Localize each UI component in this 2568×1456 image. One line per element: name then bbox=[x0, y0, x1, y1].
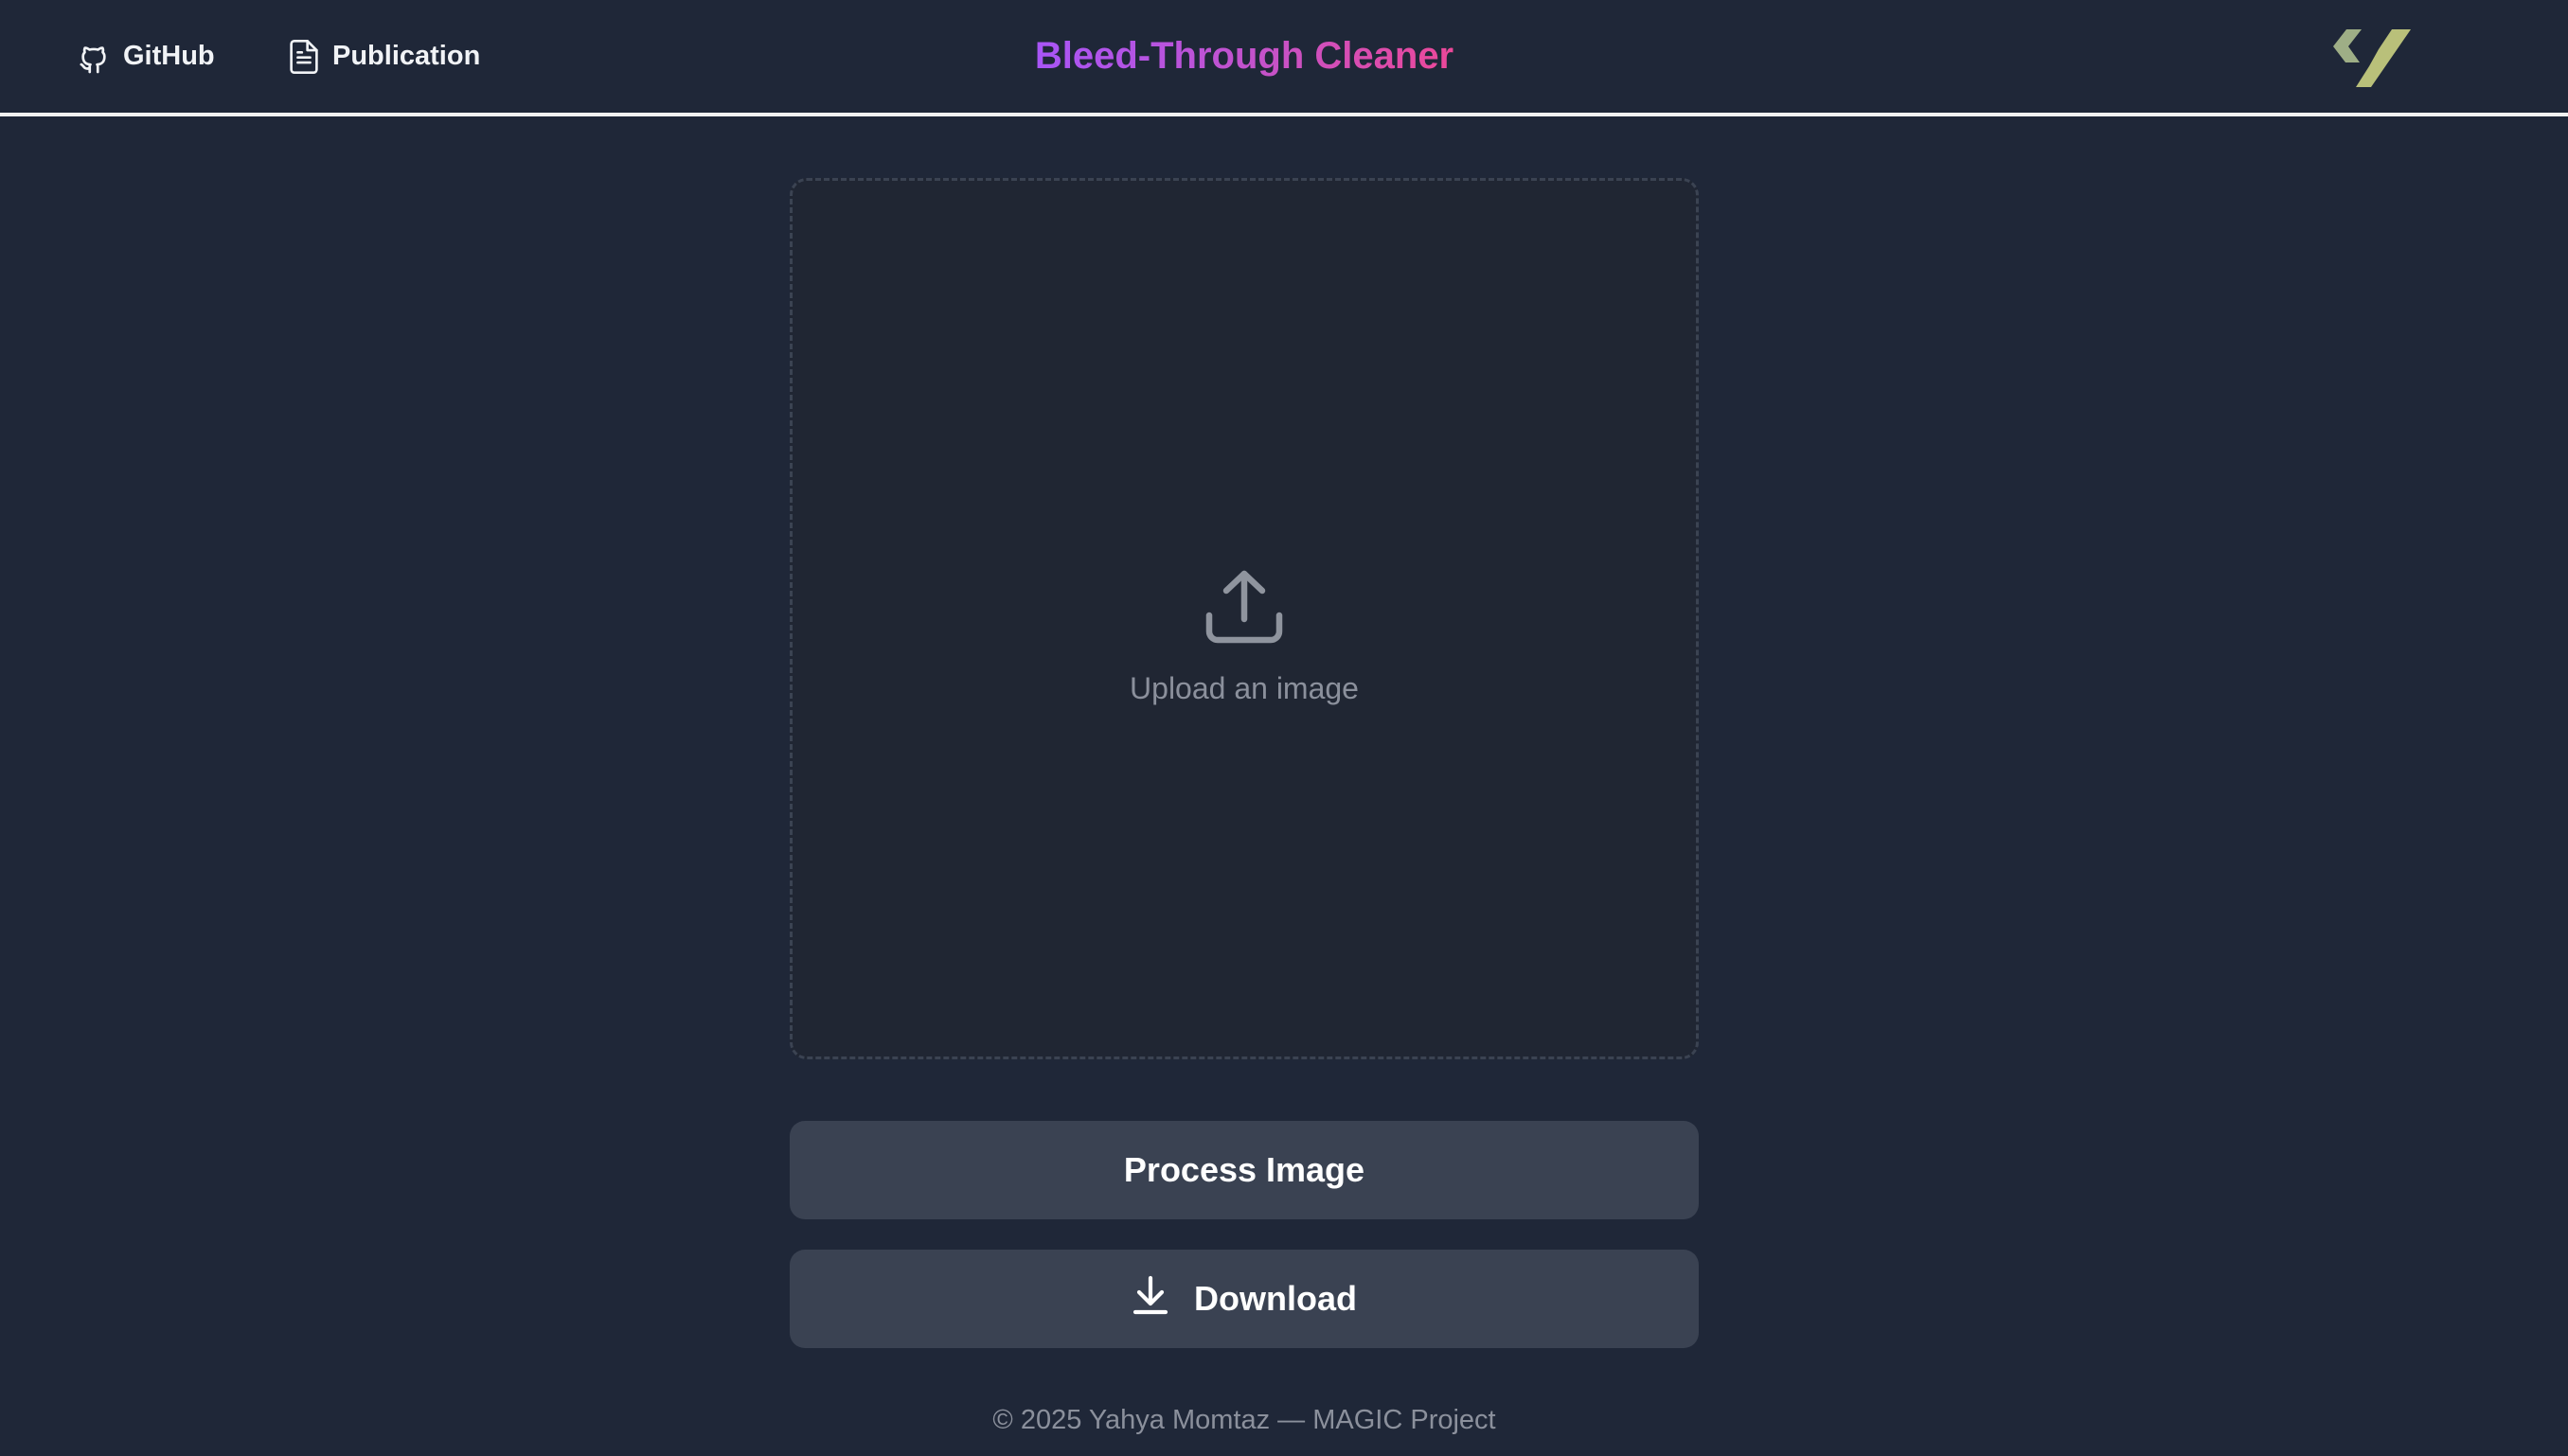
image-upload-dropzone[interactable]: Upload an image bbox=[790, 178, 1699, 1059]
download-icon bbox=[1132, 1274, 1169, 1324]
footer: © 2025 Yahya Momtaz — MAGIC Project bbox=[0, 1405, 2488, 1436]
process-image-button[interactable]: Process Image bbox=[790, 1121, 1699, 1219]
document-icon bbox=[289, 39, 319, 75]
upload-label: Upload an image bbox=[1130, 670, 1359, 705]
brand-logo[interactable] bbox=[2333, 27, 2413, 87]
download-label: Download bbox=[1194, 1279, 1357, 1318]
copyright-text: © 2025 Yahya Momtaz — MAGIC Project bbox=[992, 1405, 1496, 1435]
github-label: GitHub bbox=[123, 41, 215, 71]
github-link[interactable]: GitHub bbox=[78, 0, 215, 113]
upload-icon bbox=[1204, 566, 1284, 650]
process-image-label: Process Image bbox=[1123, 1150, 1365, 1189]
top-navigation-bar: GitHub Publication Bleed-Through Cleaner bbox=[0, 0, 2568, 116]
publication-label: Publication bbox=[332, 41, 481, 71]
publication-link[interactable]: Publication bbox=[289, 0, 480, 113]
download-button[interactable]: Download bbox=[790, 1250, 1699, 1348]
github-icon bbox=[78, 39, 110, 75]
app-title-text: Bleed-Through Cleaner bbox=[1034, 35, 1454, 77]
